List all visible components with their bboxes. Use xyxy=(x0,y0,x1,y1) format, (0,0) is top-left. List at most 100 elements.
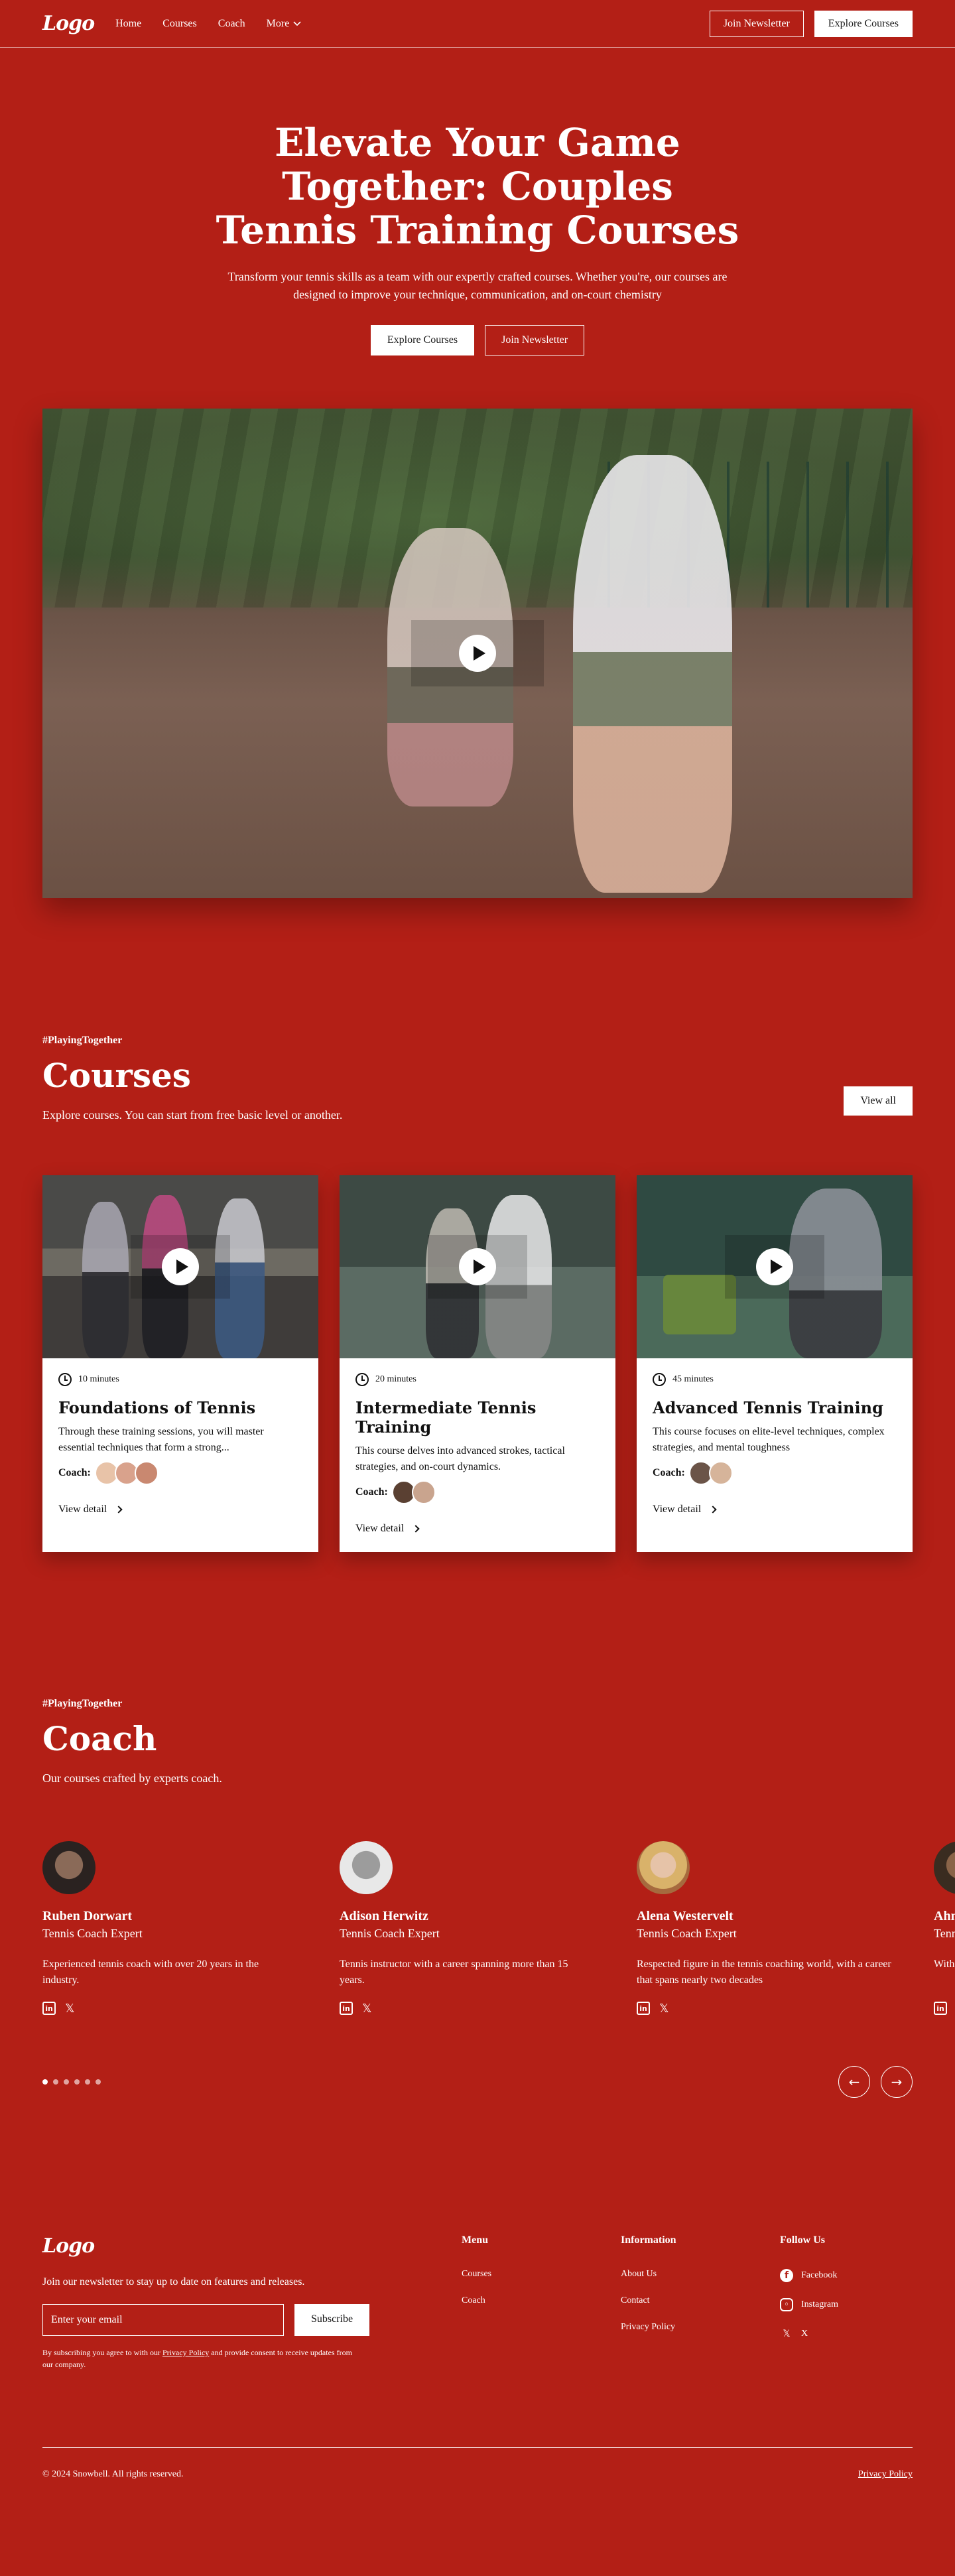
nav-left: Logo Home Courses Coach More xyxy=(42,12,301,35)
nav-link-courses[interactable]: Courses xyxy=(162,18,197,30)
footer-top: Logo Join our newsletter to stay up to d… xyxy=(42,2234,913,2370)
course-card[interactable]: 45 minutes Advanced Tennis Training This… xyxy=(637,1175,913,1553)
coach-description: Our courses crafted by experts coach. xyxy=(42,1771,222,1785)
coach-name: Ahmad Saris xyxy=(934,1909,955,1924)
x-icon[interactable]: 𝕏 xyxy=(362,2002,372,2016)
view-all-button[interactable]: View all xyxy=(844,1086,913,1116)
x-icon[interactable]: 𝕏 xyxy=(65,2002,75,2016)
course-card[interactable]: 20 minutes Intermediate Tennis Training … xyxy=(340,1175,615,1553)
footer-info-title: Information xyxy=(621,2234,676,2246)
footer-follow-title: Follow Us xyxy=(780,2234,825,2246)
course-video[interactable] xyxy=(42,1175,318,1359)
linkedin-icon[interactable]: in xyxy=(934,2002,947,2016)
play-overlay xyxy=(411,620,544,687)
hero-explore-courses-button[interactable]: Explore Courses xyxy=(370,325,475,356)
nav-join-newsletter-button[interactable]: Join Newsletter xyxy=(709,10,804,37)
footer-link-privacy[interactable]: Privacy Policy xyxy=(621,2322,753,2333)
linkedin-icon[interactable]: in xyxy=(42,2002,56,2016)
chevron-right-icon xyxy=(115,1506,123,1513)
footer-link-about[interactable]: About Us xyxy=(621,2269,753,2280)
footer-link-instagram[interactable]: ◦ Instagram xyxy=(780,2298,913,2312)
coach-bio: Respected figure in the tennis coaching … xyxy=(637,1959,891,1986)
course-duration-text: 45 minutes xyxy=(672,1374,714,1385)
carousel-dot[interactable] xyxy=(85,2079,90,2085)
course-duration-text: 10 minutes xyxy=(78,1374,119,1385)
carousel-dot[interactable] xyxy=(42,2079,48,2085)
course-duration: 10 minutes xyxy=(58,1373,302,1387)
course-video[interactable] xyxy=(340,1175,615,1359)
course-coaches: Coach: xyxy=(355,1480,600,1505)
chevron-down-icon xyxy=(293,21,301,26)
legal-text: By subscribing you agree to with our Pri… xyxy=(42,2347,361,2370)
view-detail-link[interactable]: View detail xyxy=(355,1523,600,1535)
clock-icon xyxy=(653,1373,666,1387)
carousel-arrows: ← → xyxy=(838,2066,913,2098)
view-detail-link[interactable]: View detail xyxy=(58,1504,302,1515)
legal-privacy-link[interactable]: Privacy Policy xyxy=(162,2348,209,2357)
footer-link-coach[interactable]: Coach xyxy=(462,2295,594,2306)
course-card[interactable]: 10 minutes Foundations of Tennis Through… xyxy=(42,1175,318,1553)
coach-role: Tennis Coach Expert xyxy=(934,1927,955,1941)
coach-role: Tennis Coach Expert xyxy=(340,1927,440,1941)
coach-name: Adison Herwitz xyxy=(340,1909,428,1924)
footer-link-x[interactable]: 𝕏 X xyxy=(780,2327,913,2341)
carousel-dot[interactable] xyxy=(74,2079,80,2085)
view-detail-link[interactable]: View detail xyxy=(653,1504,897,1515)
footer-logo[interactable]: Logo xyxy=(42,2234,95,2258)
course-card-body: 45 minutes Advanced Tennis Training This… xyxy=(637,1358,913,1533)
footer-link-courses[interactable]: Courses xyxy=(462,2269,594,2280)
view-detail-label: View detail xyxy=(355,1523,405,1535)
course-video[interactable] xyxy=(637,1175,913,1359)
coach-bio: With a wealth of training knowledge xyxy=(934,1959,955,1970)
course-coaches: Coach: xyxy=(653,1461,897,1486)
footer-link-facebook[interactable]: f Facebook xyxy=(780,2269,913,2283)
nav-more-dropdown[interactable]: More xyxy=(267,18,302,30)
subscribe-button[interactable]: Subscribe xyxy=(294,2304,370,2337)
course-duration-text: 20 minutes xyxy=(375,1374,416,1385)
email-input[interactable] xyxy=(42,2304,284,2337)
instagram-label: Instagram xyxy=(801,2299,838,2310)
coach-avatar xyxy=(340,1841,393,1895)
play-icon[interactable] xyxy=(756,1248,793,1286)
course-title: Advanced Tennis Training xyxy=(653,1398,883,1418)
hero-description: Transform your tennis skills as a team w… xyxy=(227,270,728,302)
footer-columns: Menu Courses Coach Information About Us … xyxy=(462,2234,913,2370)
top-navbar: Logo Home Courses Coach More Join Newsle… xyxy=(0,0,955,48)
course-card-body: 20 minutes Intermediate Tennis Training … xyxy=(340,1358,615,1552)
arrow-right-icon[interactable]: → xyxy=(881,2066,913,2098)
play-icon[interactable] xyxy=(459,635,496,673)
nav-link-home[interactable]: Home xyxy=(115,18,141,30)
hero-buttons: Explore Courses Join Newsletter xyxy=(0,325,955,356)
course-description: This course delves into advanced strokes… xyxy=(355,1445,565,1472)
nav-logo[interactable]: Logo xyxy=(42,12,95,35)
course-description: Through these training sessions, you wil… xyxy=(58,1426,264,1453)
x-icon[interactable]: 𝕏 xyxy=(659,2002,669,2016)
coach-role: Tennis Coach Expert xyxy=(42,1927,143,1941)
hero-video[interactable] xyxy=(42,409,913,899)
courses-section: #PlayingTogether Courses Explore courses… xyxy=(0,1035,955,1553)
nav-link-coach[interactable]: Coach xyxy=(218,18,245,30)
footer-link-contact[interactable]: Contact xyxy=(621,2295,753,2306)
coach-carousel: Ruben Dorwart Tennis Coach Expert Experi… xyxy=(42,1841,955,2016)
play-icon[interactable] xyxy=(459,1248,496,1286)
subscribe-form: Subscribe xyxy=(42,2304,374,2337)
carousel-dot[interactable] xyxy=(53,2079,58,2085)
linkedin-icon[interactable]: in xyxy=(340,2002,353,2016)
hero-title: Elevate Your Game Together: Couples Tenn… xyxy=(216,120,739,253)
carousel-dot[interactable] xyxy=(96,2079,101,2085)
chevron-right-icon xyxy=(709,1506,717,1513)
hero-join-newsletter-button[interactable]: Join Newsletter xyxy=(485,325,585,356)
footer-menu-column: Menu Courses Coach xyxy=(462,2234,594,2370)
linkedin-icon[interactable]: in xyxy=(637,2002,650,2016)
footer-privacy-link[interactable]: Privacy Policy xyxy=(858,2469,913,2480)
arrow-left-icon[interactable]: ← xyxy=(838,2066,870,2098)
coach-label: Coach: xyxy=(355,1486,388,1498)
nav-explore-courses-button[interactable]: Explore Courses xyxy=(814,10,913,37)
instagram-icon: ◦ xyxy=(780,2298,793,2312)
coach-tagline: #PlayingTogether xyxy=(42,1698,123,1710)
play-icon[interactable] xyxy=(162,1248,199,1286)
play-overlay xyxy=(428,1235,527,1299)
coach-label: Coach: xyxy=(653,1467,685,1479)
carousel-dot[interactable] xyxy=(64,2079,69,2085)
play-overlay xyxy=(725,1235,824,1299)
